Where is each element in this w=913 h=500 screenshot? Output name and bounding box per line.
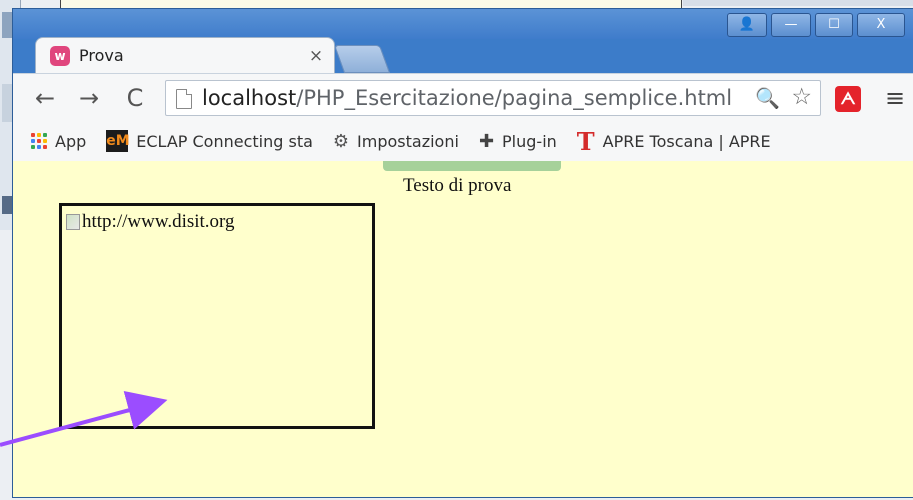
page-icon: [176, 89, 192, 109]
bookmark-label: App: [55, 131, 87, 151]
window-controls: 👤 — ☐ X: [727, 13, 905, 37]
bookmark-app[interactable]: App: [31, 132, 86, 151]
reload-icon[interactable]: C: [121, 84, 149, 112]
avira-extension-icon[interactable]: ᗅ: [835, 86, 861, 112]
bookmark-label: ECLAP Connecting sta: [136, 131, 313, 151]
bookmark-star-icon[interactable]: ☆: [791, 84, 812, 110]
broken-image-frame[interactable]: http://www.disit.org: [59, 203, 375, 429]
close-window-button[interactable]: X: [857, 13, 905, 37]
minimize-button[interactable]: —: [771, 13, 811, 37]
back-arrow-icon[interactable]: ←: [31, 84, 59, 112]
url-host: localhost: [202, 86, 297, 110]
background-window-edge: [683, 0, 913, 6]
toolbar: ← → C localhost/PHP_Esercitazione/pagina…: [13, 73, 913, 122]
tab-close-icon[interactable]: ×: [306, 46, 326, 66]
forward-arrow-icon[interactable]: →: [75, 84, 103, 112]
bookmark-label: APRE Toscana | APRE: [602, 131, 771, 151]
browser-window: 👤 — ☐ X w Prova × ← → C localhost/PHP_Es…: [12, 8, 913, 498]
wamp-favicon-icon: w: [50, 45, 70, 66]
chrome-menu-icon[interactable]: ≡: [885, 84, 905, 112]
tab-prova[interactable]: w Prova ×: [35, 37, 335, 73]
gear-icon: ⚙: [332, 130, 350, 152]
puzzle-icon: ✚: [478, 130, 495, 152]
url-text[interactable]: localhost/PHP_Esercitazione/pagina_sempl…: [202, 86, 732, 110]
zoom-icon[interactable]: 🔍: [755, 86, 780, 110]
page-content: Testo di prova http://www.disit.org: [13, 161, 913, 497]
bookmark-apre-toscana[interactable]: T APRE Toscana | APRE: [577, 127, 771, 156]
apre-t-icon: T: [576, 126, 595, 156]
broken-image: http://www.disit.org: [66, 211, 235, 233]
address-bar[interactable]: localhost/PHP_Esercitazione/pagina_sempl…: [165, 80, 821, 116]
url-path: /PHP_Esercitazione/pagina_semplice.html: [296, 86, 733, 110]
bookmark-eclap[interactable]: eM ECLAP Connecting sta: [106, 130, 313, 152]
tab-title: Prova: [79, 46, 124, 65]
new-tab-button[interactable]: [333, 45, 391, 73]
eclap-icon: eM: [106, 130, 130, 152]
maximize-button[interactable]: ☐: [815, 13, 853, 37]
bookmark-label: Impostazioni: [357, 131, 459, 151]
bookmark-plug-in[interactable]: ✚ Plug-in: [479, 131, 557, 152]
image-alt-text: http://www.disit.org: [82, 211, 235, 232]
bookmark-impostazioni[interactable]: ⚙ Impostazioni: [333, 131, 459, 152]
user-profile-button[interactable]: 👤: [727, 13, 767, 37]
bookmark-label: Plug-in: [502, 131, 557, 151]
page-heading-text: Testo di prova: [403, 175, 512, 196]
bookmarks-bar: App eM ECLAP Connecting sta ⚙ Impostazio…: [13, 121, 913, 162]
green-indicator: [383, 161, 561, 171]
apps-grid-icon: [31, 133, 47, 149]
broken-image-icon: [66, 214, 80, 230]
